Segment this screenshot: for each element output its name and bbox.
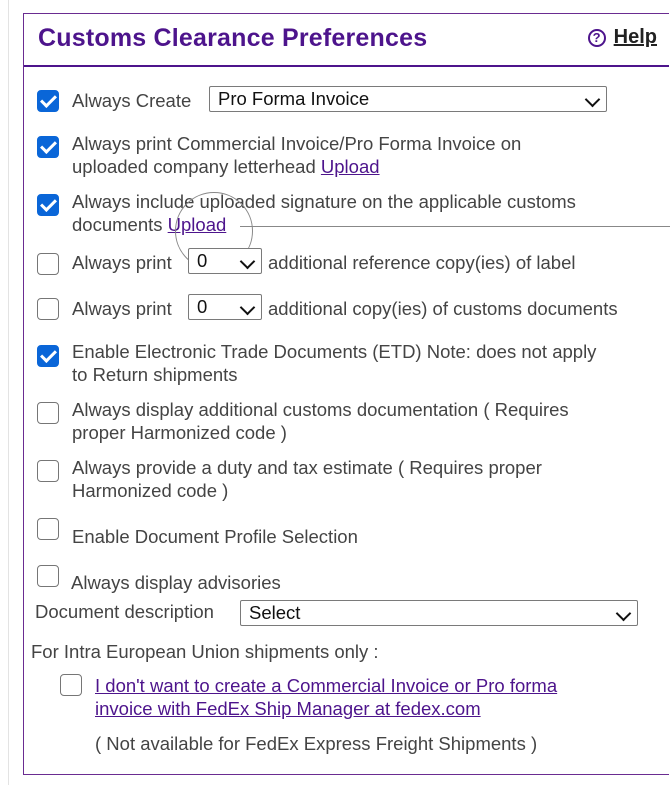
reference-copies-label-after: additional reference copy(ies) of label [268, 252, 576, 273]
duty-tax-label-line2: Harmonized code ) [72, 480, 229, 501]
document-description-label: Document description [35, 601, 214, 622]
advisories-checkbox[interactable] [37, 565, 59, 587]
always-create-select[interactable]: Pro Forma Invoice [209, 86, 607, 112]
print-letterhead-checkbox[interactable] [37, 136, 59, 158]
eu-heading: For Intra European Union shipments only … [31, 641, 379, 662]
eu-no-invoice-link-line2[interactable]: invoice with FedEx Ship Manager at fedex… [95, 697, 557, 720]
signature-upload-link[interactable]: Upload [168, 214, 227, 235]
question-circle-icon[interactable]: ? [587, 28, 606, 47]
include-signature-label: Always include uploaded signature on the… [72, 190, 576, 236]
chevron-down-icon [584, 91, 601, 108]
chevron-down-icon [239, 253, 256, 270]
customs-copies-select[interactable]: 0 [188, 294, 262, 320]
duty-tax-label-line1: Always provide a duty and tax estimate (… [72, 457, 542, 478]
customs-copies-label-before: Always print [72, 298, 172, 319]
print-letterhead-label-line2: uploaded company letterhead [72, 156, 316, 177]
reference-copies-selected-value: 0 [197, 250, 208, 271]
always-create-label: Always Create [72, 90, 192, 111]
eu-freight-note: ( Not available for FedEx Express Freigh… [95, 733, 538, 754]
letterhead-upload-link[interactable]: Upload [321, 156, 380, 177]
duty-tax-label: Always provide a duty and tax estimate (… [72, 456, 542, 502]
eu-no-invoice-link-line1[interactable]: I don't want to create a Commercial Invo… [95, 674, 557, 697]
customs-copies-label-after: additional copy(ies) of customs document… [268, 298, 618, 319]
advisories-label: Always display advisories [71, 572, 281, 593]
always-create-checkbox[interactable] [37, 90, 59, 112]
include-signature-label-line1: Always include uploaded signature on the… [72, 191, 576, 212]
include-signature-checkbox[interactable] [37, 194, 59, 216]
include-signature-label-line2: documents [72, 214, 163, 235]
eu-no-invoice-link[interactable]: I don't want to create a Commercial Invo… [95, 674, 557, 720]
help-link[interactable]: Help [614, 26, 657, 49]
additional-docs-checkbox[interactable] [37, 402, 59, 424]
etd-checkbox[interactable] [37, 345, 59, 367]
print-letterhead-label: Always print Commercial Invoice/Pro Form… [72, 132, 521, 178]
doc-profile-label: Enable Document Profile Selection [72, 526, 358, 547]
etd-label-line1: Enable Electronic Trade Documents (ETD) … [72, 341, 597, 362]
customs-copies-selected-value: 0 [197, 296, 208, 317]
page-title: Customs Clearance Preferences [38, 24, 428, 52]
eu-no-invoice-checkbox[interactable] [60, 674, 82, 696]
etd-label-line2: to Return shipments [72, 364, 238, 385]
additional-docs-label: Always display additional customs docume… [72, 398, 569, 444]
chevron-down-icon [615, 605, 632, 622]
customs-copies-checkbox[interactable] [37, 298, 59, 320]
always-create-selected-value: Pro Forma Invoice [218, 88, 370, 109]
document-description-selected-value: Select [249, 602, 301, 623]
duty-tax-checkbox[interactable] [37, 460, 59, 482]
doc-profile-checkbox[interactable] [37, 518, 59, 540]
additional-docs-label-line2: proper Harmonized code ) [72, 422, 287, 443]
print-letterhead-label-line1: Always print Commercial Invoice/Pro Form… [72, 133, 522, 154]
document-description-select[interactable]: Select [240, 600, 638, 626]
reference-copies-label-before: Always print [72, 252, 172, 273]
chevron-down-icon [239, 299, 256, 316]
reference-copies-checkbox[interactable] [37, 253, 59, 275]
panel-header: Customs Clearance Preferences ? Help [24, 14, 669, 67]
reference-copies-select[interactable]: 0 [188, 248, 262, 274]
help-control[interactable]: ? Help [587, 26, 657, 49]
etd-label: Enable Electronic Trade Documents (ETD) … [72, 340, 596, 386]
cursor-guide-line [240, 226, 670, 227]
additional-docs-label-line1: Always display additional customs docume… [72, 399, 569, 420]
